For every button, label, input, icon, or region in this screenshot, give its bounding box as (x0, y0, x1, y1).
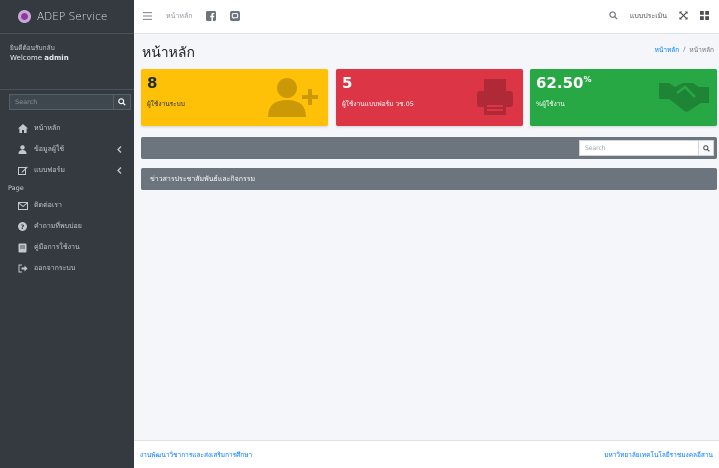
sidebar-item-manual[interactable]: คู่มือการใช้งาน (0, 237, 134, 258)
sidebar-item-label: คู่มือการใช้งาน (34, 243, 80, 251)
welcome-prefix: Welcome (10, 54, 43, 62)
top-navbar: หน้าหลัก แบบประเมิน (134, 0, 719, 34)
svg-text:?: ? (21, 223, 25, 231)
stat-value: 5 (342, 74, 353, 92)
question-icon: ? (17, 221, 28, 232)
expand-arrows-icon (679, 11, 688, 20)
sidebar: ADEP Service ยินดีต้อนรับกลับ Welcome ad… (0, 0, 134, 468)
sidebar-item-contact[interactable]: ติดต่อเรา (0, 195, 134, 216)
username: admin (44, 54, 69, 62)
sidebar-item-label: แบบฟอร์ม (34, 166, 65, 174)
sidebar-item-user-data[interactable]: ข้อมูลผู้ใช้ (0, 139, 134, 160)
breadcrumb-separator: / (683, 45, 686, 53)
search-icon (609, 11, 618, 20)
user-plus-icon (268, 78, 318, 117)
stat-value: 8 (147, 74, 158, 92)
stat-box-usage-percent[interactable]: 62.50% %ผู้ใช้งาน (530, 69, 717, 126)
content-search-input[interactable] (579, 140, 698, 156)
stat-box-users[interactable]: 8 ผู้ใช้งานระบบ (141, 69, 328, 126)
breadcrumb: หน้าหลัก / หน้าหลัก (655, 45, 714, 55)
sidebar-item-home[interactable]: หน้าหลัก (0, 118, 134, 139)
page-title: หน้าหลัก (142, 45, 195, 61)
printer-icon (477, 79, 513, 115)
stat-label: %ผู้ใช้งาน (536, 100, 565, 108)
edit-icon (17, 165, 28, 176)
chat-icon (230, 10, 241, 21)
brand-name: ADEP Service (37, 10, 108, 23)
stat-number: 62.50 (536, 74, 584, 92)
chevron-left-icon (117, 146, 122, 153)
sidebar-section-header: Page (8, 184, 24, 192)
hamburger-icon (143, 11, 152, 20)
stat-label: ผู้ใช้งานแบบฟอร์ม วช.05 (342, 100, 414, 108)
news-card-header: ข่าวสารประชาสัมพันธ์และกิจกรรม (141, 168, 717, 190)
stat-boxes: 8 ผู้ใช้งานระบบ 5 ผู้ใช้งานแบบฟอร์ม วช.0… (141, 69, 717, 126)
footer-left-link[interactable]: งานพัฒนาวิชาการและส่งเสริมการศึกษา (140, 450, 252, 460)
sidebar-item-forms[interactable]: แบบฟอร์ม (0, 160, 134, 181)
topbar-search-button[interactable] (609, 11, 618, 22)
search-card (141, 137, 717, 159)
sidebar-nav: หน้าหลัก ข้อมูลผู้ใช้ แบบฟอร์ม Page ติดต… (0, 118, 134, 279)
stat-box-form-users[interactable]: 5 ผู้ใช้งานแบบฟอร์ม วช.05 (336, 69, 523, 126)
footer-right-link[interactable]: มหาวิทยาลัยเทคโนโลยีราชมงคลอีสาน (604, 450, 713, 460)
user-panel: ยินดีต้อนรับกลับ Welcome admin (0, 34, 134, 90)
grid-icon (700, 11, 709, 20)
apps-button[interactable] (700, 11, 709, 22)
assessment-link[interactable]: แบบประเมิน (630, 11, 667, 22)
stat-value: 62.50% (536, 74, 591, 92)
user-icon (17, 144, 28, 155)
brand-link[interactable]: ADEP Service (0, 0, 134, 34)
menu-toggle-button[interactable] (143, 11, 152, 22)
envelope-icon (17, 200, 28, 211)
breadcrumb-current: หน้าหลัก (689, 46, 714, 54)
content-search-button[interactable] (698, 140, 714, 156)
sidebar-item-label: ออกจากระบบ (34, 264, 76, 272)
sidebar-item-label: หน้าหลัก (34, 124, 61, 132)
fullscreen-button[interactable] (679, 11, 688, 22)
home-icon (17, 123, 28, 134)
footer: งานพัฒนาวิชาการและส่งเสริมการศึกษา มหาวิ… (134, 440, 719, 468)
sidebar-search-input[interactable] (9, 94, 113, 110)
chevron-left-icon (117, 167, 122, 174)
topbar-home-link[interactable]: หน้าหลัก (166, 11, 192, 22)
sign-out-icon (17, 263, 28, 274)
facebook-icon (206, 10, 217, 21)
chat-button[interactable] (230, 10, 241, 23)
news-card-title: ข่าวสารประชาสัมพันธ์และกิจกรรม (150, 174, 256, 183)
welcome-back-text: ยินดีต้อนรับกลับ (10, 44, 55, 52)
sidebar-item-label: ติดต่อเรา (34, 201, 62, 209)
handshake-icon (659, 83, 709, 112)
content-search (579, 140, 714, 156)
welcome-user-text: Welcome admin (10, 53, 124, 63)
sidebar-item-faq[interactable]: ? คำถามที่พบบ่อย (0, 216, 134, 237)
facebook-button[interactable] (206, 10, 217, 23)
sidebar-item-label: ข้อมูลผู้ใช้ (34, 145, 65, 153)
sidebar-search-button[interactable] (113, 94, 131, 110)
breadcrumb-home-link[interactable]: หน้าหลัก (655, 45, 680, 55)
sidebar-item-logout[interactable]: ออกจากระบบ (0, 258, 134, 279)
stat-label: ผู้ใช้งานระบบ (147, 100, 185, 108)
main-content: หน้าหลัก หน้าหลัก / หน้าหลัก 8 ผู้ใช้งาน… (134, 34, 719, 440)
search-icon (702, 144, 710, 152)
stat-suffix: % (583, 75, 592, 84)
sidebar-search (9, 94, 131, 110)
search-icon (118, 98, 126, 106)
brand-logo-icon (18, 10, 31, 23)
sidebar-item-label: คำถามที่พบบ่อย (34, 222, 82, 230)
book-icon (17, 242, 28, 253)
